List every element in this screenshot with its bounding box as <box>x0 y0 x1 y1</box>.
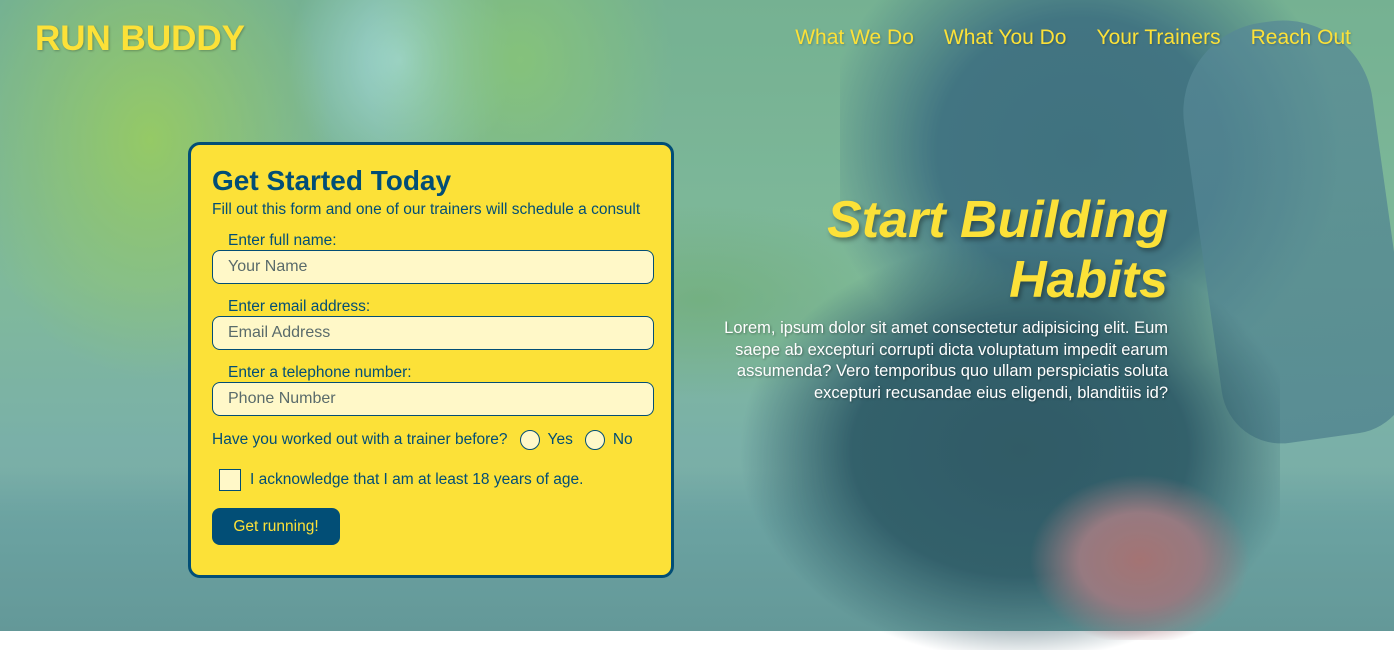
trainer-question-row: Have you worked out with a trainer befor… <box>212 430 650 450</box>
form-title: Get Started Today <box>212 165 452 196</box>
trainer-question-label: Have you worked out with a trainer befor… <box>212 431 508 448</box>
radio-yes[interactable] <box>519 430 540 450</box>
radio-yes-label[interactable]: Yes <box>548 431 573 449</box>
brand-logo[interactable]: RUN BUDDY <box>35 19 245 59</box>
radio-no[interactable] <box>584 430 605 450</box>
age-checkbox-label[interactable]: I acknowledge that I am at least 18 year… <box>250 471 583 489</box>
main-nav: What We Do What You Do Your Trainers Rea… <box>795 26 1351 50</box>
email-label: Enter email address: <box>228 298 371 315</box>
phone-input[interactable] <box>212 382 654 416</box>
radio-no-label[interactable]: No <box>613 431 633 449</box>
hero-body-text: Lorem, ipsum dolor sit amet consectetur … <box>724 319 1168 402</box>
age-checkbox[interactable] <box>219 469 241 491</box>
name-label: Enter full name: <box>228 232 337 249</box>
nav-link-your-trainers[interactable]: Your Trainers <box>1096 26 1220 50</box>
email-input[interactable] <box>212 316 654 350</box>
phone-label: Enter a telephone number: <box>228 364 412 381</box>
get-running-button[interactable]: Get running! <box>212 508 340 545</box>
site-header: RUN BUDDY What We Do What You Do Your Tr… <box>0 0 1394 80</box>
name-input[interactable] <box>212 250 654 284</box>
nav-link-what-we-do[interactable]: What We Do <box>795 26 914 50</box>
hero-copy: Start Building Habits Lorem, ipsum dolor… <box>720 190 1168 404</box>
hero-title-line1: Start Building <box>827 191 1168 249</box>
nav-link-reach-out[interactable]: Reach Out <box>1251 26 1351 50</box>
hero-title-line2: Habits <box>1009 251 1168 309</box>
signup-form-card: Get Started Today Fill out this form and… <box>188 142 674 578</box>
form-subtitle: Fill out this form and one of our traine… <box>212 201 641 218</box>
hero-title: Start Building Habits <box>720 190 1168 310</box>
nav-link-what-you-do[interactable]: What You Do <box>944 26 1067 50</box>
age-acknowledge-row: I acknowledge that I am at least 18 year… <box>219 469 650 491</box>
